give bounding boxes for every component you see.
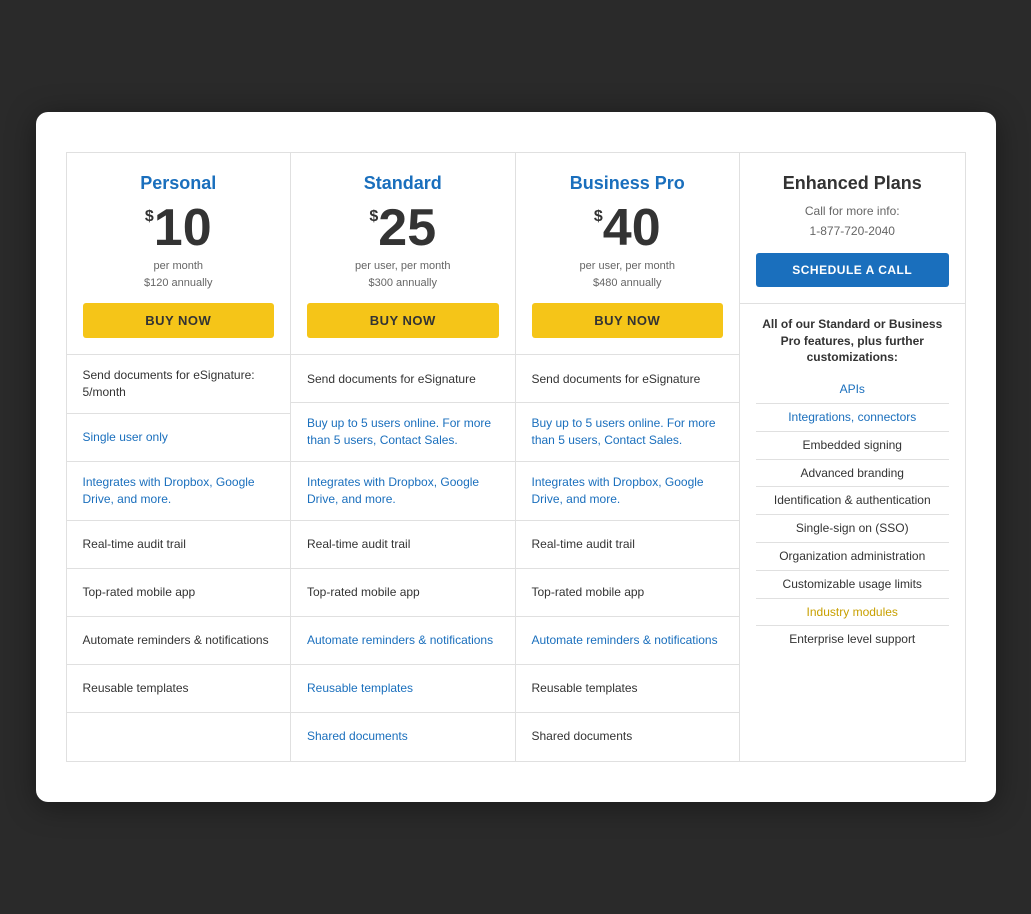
feature-item-personal-0: Send documents for eSignature: 5/month	[67, 355, 291, 414]
plan-col-enhanced: Enhanced Plans Call for more info:1-877-7…	[740, 153, 965, 760]
feature-item-business-pro-4: Top-rated mobile app	[516, 569, 740, 617]
price-details-personal: per month$120 annually	[83, 258, 275, 291]
pricing-table: Personal $ 10 per month$120 annually BUY …	[66, 152, 966, 761]
plan-col-standard: Standard $ 25 per user, per month$300 an…	[291, 153, 516, 760]
feature-item-business-pro-6: Reusable templates	[516, 665, 740, 713]
enhanced-item-6: Organization administration	[756, 543, 949, 571]
feature-item-standard-7: Shared documents	[291, 713, 515, 761]
feature-item-business-pro-2: Integrates with Dropbox, Google Drive, a…	[516, 462, 740, 521]
plan-name-business-pro: Business Pro	[532, 173, 724, 194]
price-symbol-business-pro: $	[594, 208, 603, 226]
plan-name-enhanced: Enhanced Plans	[756, 173, 949, 194]
enhanced-item-1: Integrations, connectors	[756, 404, 949, 432]
feature-item-business-pro-5: Automate reminders & notifications	[516, 617, 740, 665]
feature-item-personal-7	[67, 713, 291, 761]
plan-header-standard: Standard $ 25 per user, per month$300 an…	[291, 153, 515, 355]
plan-price-standard: $ 25	[307, 202, 499, 254]
enhanced-item-2: Embedded signing	[756, 432, 949, 460]
price-symbol-personal: $	[145, 208, 154, 226]
feature-item-business-pro-0: Send documents for eSignature	[516, 355, 740, 403]
enhanced-item-5: Single-sign on (SSO)	[756, 515, 949, 543]
feature-item-standard-0: Send documents for eSignature	[291, 355, 515, 403]
call-info-enhanced: Call for more info:1-877-720-2040	[756, 202, 949, 240]
feature-item-business-pro-3: Real-time audit trail	[516, 521, 740, 569]
price-details-business-pro: per user, per month$480 annually	[532, 258, 724, 291]
enhanced-item-3: Advanced branding	[756, 460, 949, 488]
features-list-business-pro: Send documents for eSignatureBuy up to 5…	[516, 355, 740, 760]
schedule-button-enhanced[interactable]: SCHEDULE A CALL	[756, 253, 949, 287]
enhanced-features-enhanced: All of our Standard or Business Pro feat…	[740, 304, 965, 665]
enhanced-item-8: Industry modules	[756, 599, 949, 627]
enhanced-item-4: Identification & authentication	[756, 487, 949, 515]
plan-col-personal: Personal $ 10 per month$120 annually BUY …	[67, 153, 292, 760]
feature-item-standard-1: Buy up to 5 users online. For more than …	[291, 403, 515, 462]
pricing-page: Personal $ 10 per month$120 annually BUY …	[36, 112, 996, 801]
enhanced-item-9: Enterprise level support	[756, 626, 949, 653]
buy-button-business-pro[interactable]: BUY NOW	[532, 303, 724, 338]
buy-button-standard[interactable]: BUY NOW	[307, 303, 499, 338]
feature-item-business-pro-1: Buy up to 5 users online. For more than …	[516, 403, 740, 462]
feature-item-standard-3: Real-time audit trail	[291, 521, 515, 569]
buy-button-personal[interactable]: BUY NOW	[83, 303, 275, 338]
feature-item-personal-5: Automate reminders & notifications	[67, 617, 291, 665]
price-details-standard: per user, per month$300 annually	[307, 258, 499, 291]
features-list-standard: Send documents for eSignatureBuy up to 5…	[291, 355, 515, 760]
plan-price-business-pro: $ 40	[532, 202, 724, 254]
feature-item-standard-4: Top-rated mobile app	[291, 569, 515, 617]
enhanced-intro: All of our Standard or Business Pro feat…	[756, 316, 949, 366]
feature-item-personal-3: Real-time audit trail	[67, 521, 291, 569]
features-list-personal: Send documents for eSignature: 5/monthSi…	[67, 355, 291, 760]
enhanced-item-7: Customizable usage limits	[756, 571, 949, 599]
price-amount-standard: 25	[378, 202, 436, 254]
plan-header-business-pro: Business Pro $ 40 per user, per month$48…	[516, 153, 740, 355]
price-amount-business-pro: 40	[603, 202, 661, 254]
feature-item-personal-6: Reusable templates	[67, 665, 291, 713]
price-amount-personal: 10	[154, 202, 212, 254]
feature-item-standard-6: Reusable templates	[291, 665, 515, 713]
plan-col-business-pro: Business Pro $ 40 per user, per month$48…	[516, 153, 741, 760]
feature-item-personal-2: Integrates with Dropbox, Google Drive, a…	[67, 462, 291, 521]
plan-header-personal: Personal $ 10 per month$120 annually BUY …	[67, 153, 291, 355]
enhanced-item-0: APIs	[756, 376, 949, 404]
plan-name-standard: Standard	[307, 173, 499, 194]
plan-price-personal: $ 10	[83, 202, 275, 254]
feature-item-personal-4: Top-rated mobile app	[67, 569, 291, 617]
plan-name-personal: Personal	[83, 173, 275, 194]
feature-item-business-pro-7: Shared documents	[516, 713, 740, 761]
feature-item-personal-1: Single user only	[67, 414, 291, 462]
plan-header-enhanced: Enhanced Plans Call for more info:1-877-7…	[740, 153, 965, 303]
feature-item-standard-5: Automate reminders & notifications	[291, 617, 515, 665]
feature-item-standard-2: Integrates with Dropbox, Google Drive, a…	[291, 462, 515, 521]
price-symbol-standard: $	[369, 208, 378, 226]
